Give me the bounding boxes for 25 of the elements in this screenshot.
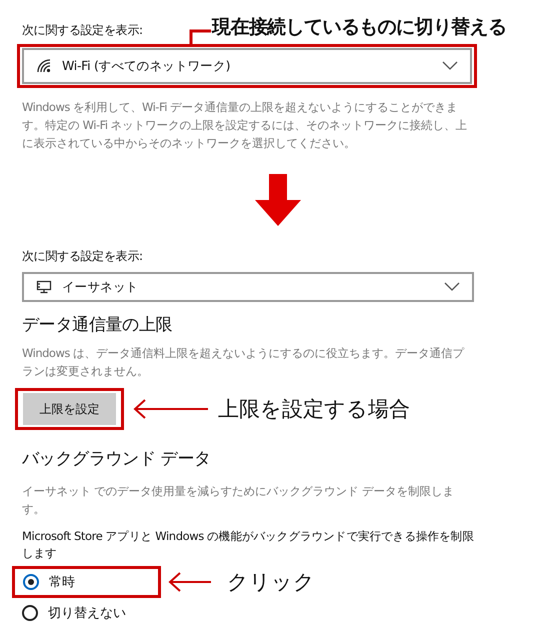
network-dropdown[interactable]: イーサネット bbox=[22, 272, 474, 302]
prompt-text: Microsoft Store アプリと Windows の機能がバックグラウンドで実行できる操作を制限します bbox=[22, 528, 474, 562]
annotation-text: 上限を設定する場合 bbox=[218, 396, 410, 423]
annotation-text: 現在接続しているものに切り替える bbox=[212, 15, 506, 40]
description-text: Windows を利用して、Wi-Fi データ通信量の上限を超えないようにすることができます。特定の Wi-Fi ネットワークの上限を設定するには、そのネットワークに接続し、上に表示されている中からそのネットワークを選択してください。 bbox=[22, 99, 468, 152]
left-arrow-icon bbox=[132, 399, 208, 419]
radio-button[interactable] bbox=[23, 574, 39, 590]
settings-label: 次に関する設定を表示: bbox=[22, 248, 143, 264]
radio-label[interactable]: 常時 bbox=[49, 573, 75, 591]
radio-label[interactable]: 切り替えない bbox=[48, 604, 126, 622]
wifi-icon bbox=[36, 58, 52, 74]
network-dropdown[interactable]: Wi-Fi (すべてのネットワーク) bbox=[22, 48, 472, 84]
set-limit-button[interactable]: 上限を設定 bbox=[23, 393, 116, 425]
section-heading: バックグラウンド データ bbox=[22, 448, 212, 470]
chevron-down-icon bbox=[442, 61, 458, 71]
monitor-icon bbox=[36, 279, 52, 295]
left-arrow-icon bbox=[167, 572, 211, 592]
chevron-down-icon bbox=[444, 282, 460, 292]
settings-label: 次に関する設定を表示: bbox=[22, 22, 143, 38]
section-heading: データ通信量の上限 bbox=[22, 314, 174, 336]
down-arrow-icon bbox=[255, 174, 301, 226]
radio-button[interactable] bbox=[22, 605, 38, 621]
description-text: イーサネット でのデータ使用量を減らすためにバックグラウンド データを制限します。 bbox=[22, 483, 455, 518]
description-text: Windows は、データ通信料上限を超えないようにするのに役立ちます。データ通信プランは変更されません。 bbox=[22, 345, 466, 380]
annotation-text: クリック bbox=[227, 569, 315, 596]
